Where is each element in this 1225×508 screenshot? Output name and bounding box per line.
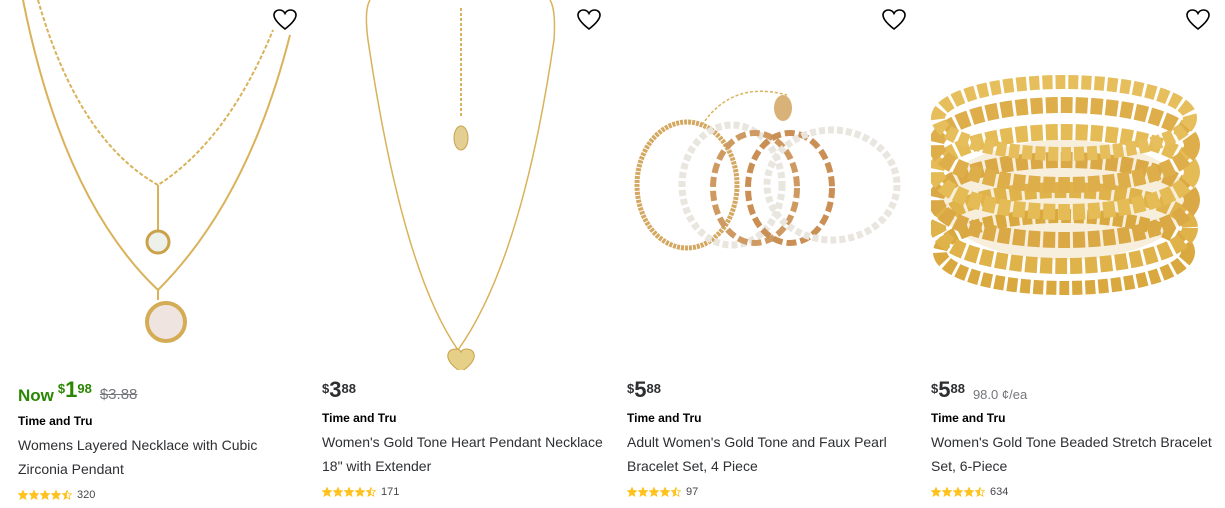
- product-card[interactable]: $ 5 88 98.0 ¢/ea Time and Tru Women's Go…: [931, 0, 1221, 508]
- star-icon: [366, 487, 376, 497]
- star-rating: [931, 487, 986, 497]
- star-icon: [975, 487, 985, 497]
- product-image-pearl-bracelet-set[interactable]: [627, 0, 907, 370]
- star-icon: [660, 487, 670, 497]
- review-count: 320: [77, 489, 96, 501]
- rating-row: 97: [627, 486, 698, 498]
- product-grid: Now $ 1 98 $3.88 Time and Tru Womens Lay…: [0, 0, 1225, 508]
- price-row: $ 5 88 98.0 ¢/ea: [931, 378, 1027, 406]
- star-icon: [322, 487, 332, 497]
- product-image-beaded-bracelet-set[interactable]: [931, 0, 1211, 370]
- star-icon: [953, 487, 963, 497]
- product-title[interactable]: Womens Layered Necklace with Cubic Zirco…: [18, 433, 303, 481]
- favorite-heart-icon[interactable]: [576, 8, 602, 32]
- star-icon: [671, 487, 681, 497]
- star-icon: [51, 490, 61, 500]
- now-label: Now: [18, 386, 54, 405]
- brand-name: Time and Tru: [18, 414, 93, 428]
- currency-symbol: $: [627, 381, 635, 396]
- favorite-heart-icon[interactable]: [881, 8, 907, 32]
- star-icon: [344, 487, 354, 497]
- review-count: 634: [990, 486, 1009, 498]
- product-title[interactable]: Women's Gold Tone Beaded Stretch Bracele…: [931, 430, 1216, 478]
- product-image-layered-necklace[interactable]: [18, 0, 298, 370]
- product-title[interactable]: Adult Women's Gold Tone and Faux Pearl B…: [627, 430, 912, 478]
- star-rating: [627, 487, 682, 497]
- currency-symbol: $: [57, 381, 66, 396]
- review-count: 171: [381, 486, 400, 498]
- currency-symbol: $: [931, 381, 939, 396]
- price-dollars: 5: [634, 377, 647, 402]
- product-image-heart-necklace[interactable]: [322, 0, 602, 370]
- price-dollars: 1: [65, 377, 78, 402]
- star-icon: [931, 487, 941, 497]
- product-card[interactable]: $ 5 88 Time and Tru Adult Women's Gold T…: [627, 0, 917, 508]
- review-count: 97: [686, 486, 699, 498]
- star-icon: [333, 487, 343, 497]
- price-row: Now $ 1 98 $3.88: [18, 378, 137, 406]
- price-cents: 98: [77, 381, 92, 396]
- price-cents: 88: [646, 381, 661, 396]
- star-icon: [627, 487, 637, 497]
- currency-symbol: $: [322, 381, 330, 396]
- rating-row: 171: [322, 486, 399, 498]
- star-icon: [649, 487, 659, 497]
- star-rating: [18, 490, 73, 500]
- rating-row: 320: [18, 489, 95, 501]
- brand-name: Time and Tru: [322, 411, 397, 425]
- star-icon: [40, 490, 50, 500]
- favorite-heart-icon[interactable]: [272, 8, 298, 32]
- star-icon: [29, 490, 39, 500]
- price-row: $ 5 88: [627, 378, 661, 406]
- rating-row: 634: [931, 486, 1008, 498]
- star-icon: [638, 487, 648, 497]
- star-icon: [964, 487, 974, 497]
- price-row: $ 3 88: [322, 378, 356, 406]
- star-icon: [62, 490, 72, 500]
- price-dollars: 3: [329, 377, 342, 402]
- unit-price: 98.0 ¢/ea: [972, 387, 1028, 402]
- was-price: $3.88: [99, 386, 138, 403]
- price-cents: 88: [341, 381, 356, 396]
- brand-name: Time and Tru: [931, 411, 1006, 425]
- product-card[interactable]: Now $ 1 98 $3.88 Time and Tru Womens Lay…: [18, 0, 308, 508]
- star-icon: [942, 487, 952, 497]
- product-title[interactable]: Women's Gold Tone Heart Pendant Necklace…: [322, 430, 607, 478]
- star-icon: [18, 490, 28, 500]
- brand-name: Time and Tru: [627, 411, 702, 425]
- price-dollars: 5: [938, 377, 951, 402]
- product-card[interactable]: $ 3 88 Time and Tru Women's Gold Tone He…: [322, 0, 612, 508]
- star-icon: [355, 487, 365, 497]
- favorite-heart-icon[interactable]: [1185, 8, 1211, 32]
- price-cents: 88: [950, 381, 965, 396]
- star-rating: [322, 487, 377, 497]
